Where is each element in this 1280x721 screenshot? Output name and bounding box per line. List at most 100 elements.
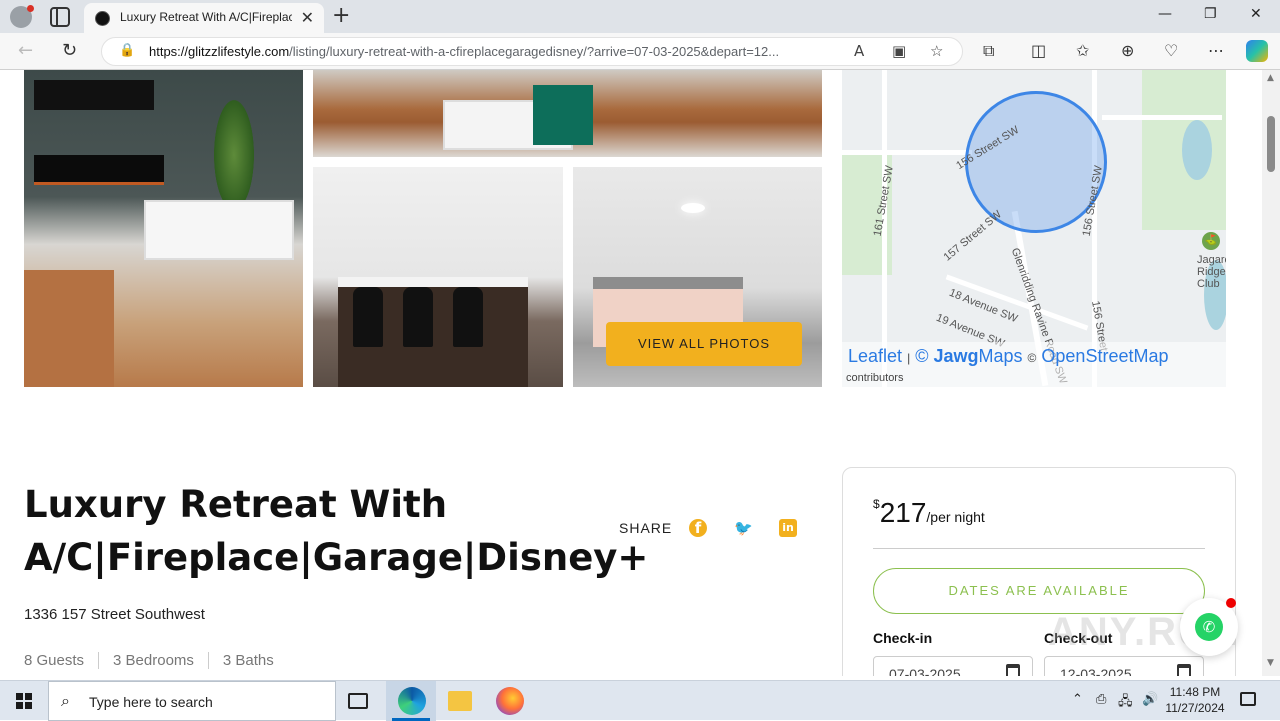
photo-living-room[interactable] (24, 70, 303, 387)
map-water (1182, 120, 1212, 180)
checkout-date-field[interactable]: 12-03-2025 (1044, 656, 1204, 676)
address-bar[interactable]: 🔒 https://glitzzlifestyle.com/listing/lu… (101, 37, 963, 66)
listing-facts: 8 Guests 3 Bedrooms 3 Baths (24, 652, 302, 669)
calendar-icon[interactable] (1177, 664, 1191, 676)
firefox-icon[interactable] (496, 687, 524, 715)
jawg-link[interactable]: Jawg (933, 346, 978, 366)
scrollbar-thumb[interactable] (1267, 116, 1275, 172)
photo-detail (533, 85, 593, 145)
window-minimize-button[interactable]: — (1158, 6, 1172, 22)
browser-toolbar: ← ↻ 🔒 https://glitzzlifestyle.com/listin… (0, 33, 1280, 70)
photo-detail (353, 287, 383, 347)
tab-actions-icon[interactable] (50, 7, 70, 27)
whatsapp-icon: ✆ (1195, 613, 1223, 641)
lock-icon[interactable]: 🔒 (119, 43, 135, 58)
page-viewport: VIEW ALL PHOTOS 156 Street SW 161 Street… (0, 70, 1262, 676)
card-divider (873, 548, 1205, 549)
osm-link[interactable]: OpenStreetMap (1041, 346, 1168, 366)
edge-browser-icon[interactable] (398, 687, 426, 715)
split-screen-icon[interactable]: ◫ (1031, 41, 1046, 60)
baths-count: 3 Baths (222, 652, 274, 669)
twitter-share-icon[interactable]: 🐦 (734, 519, 753, 537)
search-icon: ⌕ (61, 691, 70, 710)
clock-time: 11:48 PM (1169, 685, 1221, 699)
map-road (1102, 115, 1222, 120)
photo-detail (34, 80, 154, 110)
task-view-icon[interactable] (348, 693, 368, 709)
tray-device-icon[interactable]: ⎙ (1096, 692, 1106, 707)
clock-date: 11/27/2024 (1165, 701, 1225, 715)
scroll-up-arrow-icon[interactable]: ▲ (1267, 73, 1274, 83)
osm-copyright-symbol: © (1027, 351, 1037, 365)
favorites-icon[interactable]: ✩ (1076, 41, 1089, 60)
back-arrow-icon[interactable]: ← (18, 40, 33, 61)
checkin-label: Check-in (873, 630, 933, 646)
start-button[interactable] (0, 681, 48, 721)
tray-overflow-chevron-icon[interactable]: ⌃ (1072, 692, 1083, 707)
nightly-price: $217/per night (873, 497, 985, 529)
golf-icon[interactable]: ⛳ (1202, 232, 1220, 250)
copilot-icon[interactable] (1246, 40, 1268, 62)
photo-detail (144, 200, 294, 260)
facebook-share-icon[interactable]: f (689, 519, 707, 537)
price-per-night: /per night (926, 509, 985, 525)
url-domain: https://glitzzlifestyle.com (149, 44, 290, 59)
linkedin-share-icon[interactable]: in (779, 519, 797, 537)
profile-avatar-icon[interactable] (10, 5, 34, 28)
map-attribution: Leaflet | © JawgMaps © OpenStreetMap con… (842, 342, 1226, 387)
attribution-separator: | (907, 351, 911, 365)
scroll-down-arrow-icon[interactable]: ▼ (1267, 658, 1274, 668)
site-favicon-icon (95, 11, 110, 26)
collections-icon[interactable]: ⊕ (1121, 41, 1134, 60)
photo-lounge[interactable] (313, 70, 822, 157)
volume-icon[interactable]: 🔊 (1142, 692, 1158, 707)
map-label-golf: Jagare Ridge Golf Club (1197, 254, 1226, 290)
taskbar-search-box[interactable]: ⌕ Type here to search (48, 681, 336, 721)
network-icon[interactable]: 🖧 (1118, 692, 1133, 714)
photo-detail (681, 203, 705, 213)
extensions-icon[interactable]: ⧉ (983, 41, 994, 61)
refresh-icon[interactable]: ↻ (62, 40, 77, 61)
view-all-photos-button[interactable]: VIEW ALL PHOTOS (606, 322, 802, 366)
browser-essentials-icon[interactable]: ♡ (1164, 41, 1178, 60)
whatsapp-chat-button[interactable]: ✆ (1180, 598, 1238, 656)
favorite-star-icon[interactable]: ☆ (930, 42, 943, 60)
more-menu-icon[interactable]: ⋯ (1208, 41, 1224, 60)
file-explorer-icon[interactable] (448, 691, 472, 711)
page-scrollbar[interactable]: ▲ ▼ (1262, 70, 1280, 676)
window-close-button[interactable]: ✕ (1250, 6, 1262, 22)
taskbar-clock[interactable]: 11:48 PM 11/27/2024 (1160, 684, 1230, 716)
photo-detail (403, 287, 433, 347)
new-tab-button[interactable]: + (332, 3, 350, 28)
location-map[interactable]: 156 Street SW 161 Street SW 157 Street S… (842, 70, 1226, 387)
maps-link[interactable]: Maps (979, 346, 1023, 366)
share-label: SHARE (619, 520, 673, 536)
map-label: 157 Street SW (941, 208, 1005, 264)
tab-title: Luxury Retreat With A/C|Fireplace|Garage… (120, 10, 292, 24)
map-road (842, 150, 972, 155)
calendar-icon[interactable] (1006, 664, 1020, 676)
tab-close-icon[interactable]: ✕ (301, 8, 314, 27)
checkin-date-field[interactable]: 07-03-2025 (873, 656, 1033, 676)
checkout-date-value: 12-03-2025 (1060, 666, 1132, 676)
notifications-icon[interactable] (1240, 692, 1256, 706)
dates-available-button[interactable]: DATES ARE AVAILABLE (873, 568, 1205, 614)
attribution-contributors: contributors (846, 372, 904, 384)
read-aloud-icon[interactable]: A (854, 42, 864, 60)
browser-tab-bar: Luxury Retreat With A/C|Fireplace|Garage… (0, 0, 1280, 33)
checkin-date-value: 07-03-2025 (889, 666, 961, 676)
url-text[interactable]: https://glitzzlifestyle.com/listing/luxu… (149, 44, 849, 59)
photo-detail (214, 100, 254, 210)
url-path: /listing/luxury-retreat-with-a-cfireplac… (289, 44, 780, 59)
guests-count: 8 Guests (24, 652, 100, 669)
windows-logo-icon (16, 693, 32, 709)
photo-detail (453, 287, 483, 347)
leaflet-link[interactable]: Leaflet (848, 346, 902, 366)
photo-kitchen[interactable] (313, 167, 563, 387)
photo-bedroom[interactable]: VIEW ALL PHOTOS (573, 167, 822, 387)
window-maximize-button[interactable]: ❐ (1204, 6, 1217, 22)
windows-taskbar: ⌕ Type here to search ⌃ ⎙ 🖧 🔊 11:48 PM 1… (0, 680, 1280, 721)
browser-tab-active[interactable]: Luxury Retreat With A/C|Fireplace|Garage… (84, 3, 324, 33)
immersive-reader-icon[interactable]: ▣ (892, 42, 906, 60)
map-attribution-line: Leaflet | © JawgMaps © OpenStreetMap (848, 346, 1168, 367)
